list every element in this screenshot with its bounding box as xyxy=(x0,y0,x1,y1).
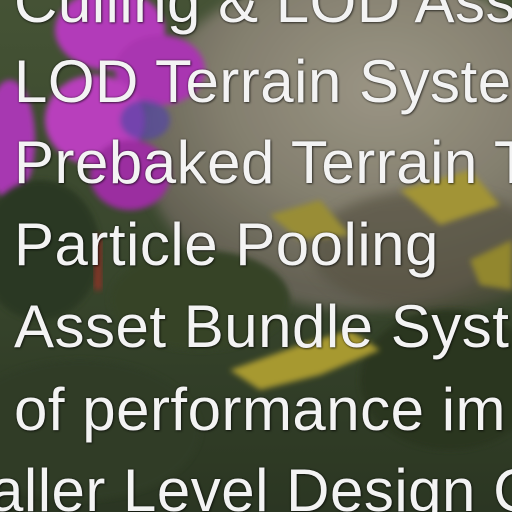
feature-line-asset-bundle: Asset Bundle Syst xyxy=(14,293,510,360)
feature-line-particle-pooling: Particle Pooling xyxy=(14,211,439,278)
feature-line-performance: of performance im xyxy=(14,376,507,443)
feature-list-text: Culling & LOD Asset LOD Terrain System P… xyxy=(0,0,512,512)
feature-line-lod-terrain: LOD Terrain System xyxy=(14,48,512,115)
screenshot-stage: Culling & LOD Asset LOD Terrain System P… xyxy=(0,0,512,512)
feature-line-prebaked-terrain: Prebaked Terrain T xyxy=(14,129,512,196)
feature-line-level-design: aller Level Design C xyxy=(0,457,512,512)
feature-line-culling-lod: Culling & LOD Asset xyxy=(14,0,512,35)
